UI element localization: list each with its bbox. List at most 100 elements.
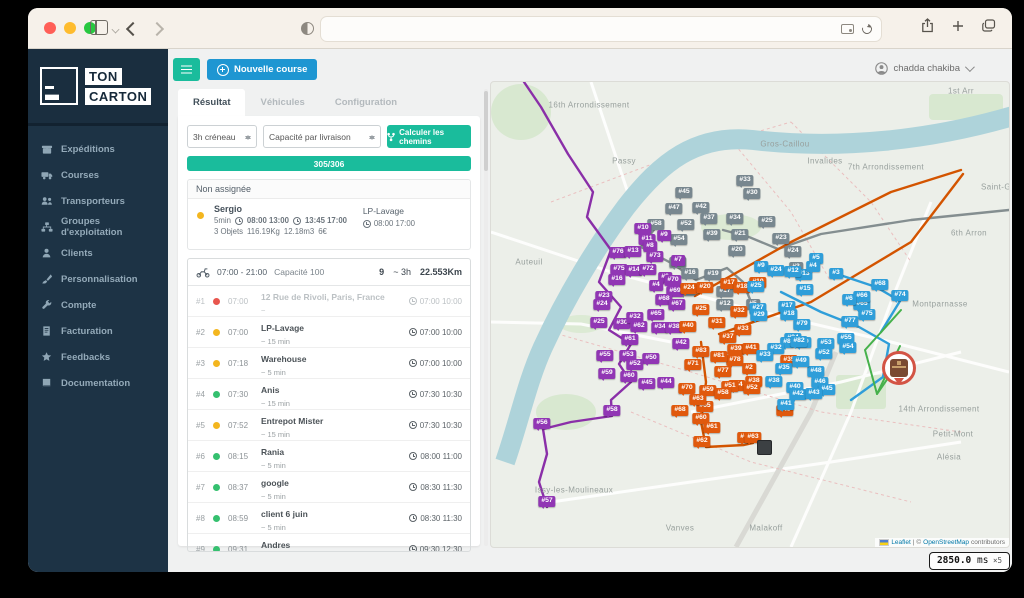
map-marker[interactable]: #58	[603, 405, 620, 416]
map-marker[interactable]: #25	[747, 281, 764, 292]
map-marker[interactable]: #78	[726, 355, 743, 366]
map-marker[interactable]: #71	[684, 359, 701, 370]
map-marker[interactable]: #70	[678, 383, 695, 394]
map-marker[interactable]: #31	[708, 317, 725, 328]
calculate-routes-button[interactable]: Calculer les chemins	[387, 125, 471, 148]
map-marker[interactable]: #68	[671, 405, 688, 416]
stop-row[interactable]: #507:52Entrepot Mister~ 15 min07:30 10:3…	[188, 410, 470, 441]
collapse-sidebar-button[interactable]	[173, 58, 200, 81]
map-marker[interactable]: #83	[692, 346, 709, 357]
map-marker[interactable]: #67	[668, 299, 685, 310]
map-marker[interactable]: #57	[538, 496, 555, 507]
map-marker[interactable]: #20	[696, 282, 713, 293]
map-marker[interactable]: #61	[621, 334, 638, 345]
map-marker[interactable]: #33	[734, 324, 751, 335]
sidebar-item-transporteurs[interactable]: Transporteurs	[28, 188, 168, 214]
map-marker[interactable]: #13	[624, 246, 641, 257]
map-marker[interactable]: #42	[692, 202, 709, 213]
sidebar-item-feedbacks[interactable]: Feedbacks	[28, 344, 168, 370]
map-marker[interactable]: #29	[750, 310, 767, 321]
map-marker[interactable]: #9	[657, 230, 671, 241]
map-marker[interactable]: #24	[784, 246, 801, 257]
sidebar-item-groupes-d-exploitation[interactable]: Groupes d'exploitation	[28, 214, 168, 240]
map-marker[interactable]: #9	[754, 261, 768, 272]
map-marker[interactable]: #47	[665, 203, 682, 214]
sidebar-item-facturation[interactable]: Facturation	[28, 318, 168, 344]
map-marker[interactable]: #20	[728, 245, 745, 256]
unassigned-card[interactable]: Sergio 5min 08:00 13:00 13:45 17:00 3 Ob…	[188, 199, 470, 249]
map-marker[interactable]: #10	[634, 223, 651, 234]
page-shield-icon[interactable]	[301, 22, 314, 35]
map[interactable]: 16th ArrondissementPassyGros-CaillouInva…	[490, 81, 1010, 548]
osm-link[interactable]: OpenStreetMap	[923, 539, 969, 546]
map-marker[interactable]: #40	[679, 321, 696, 332]
app-logo[interactable]: TON CARTON	[28, 49, 168, 126]
map-marker[interactable]: #15	[796, 284, 813, 295]
map-marker[interactable]: #61	[703, 422, 720, 433]
sidebar-item-documentation[interactable]: Documentation	[28, 370, 168, 396]
panel-scrollbar[interactable]	[484, 89, 488, 546]
map-marker[interactable]: #70	[664, 275, 681, 286]
map-marker[interactable]: #56	[533, 418, 550, 429]
map-marker[interactable]: #25	[692, 304, 709, 315]
stop-row[interactable]: #909:31Andres~ 5 min09:30 12:30	[188, 534, 470, 552]
url-bar[interactable]	[320, 16, 882, 42]
sidebar-item-compte[interactable]: Compte	[28, 292, 168, 318]
map-marker[interactable]: #23	[772, 233, 789, 244]
map-marker[interactable]: #21	[731, 229, 748, 240]
new-course-button[interactable]: Nouvelle course	[207, 59, 317, 80]
map-marker[interactable]: #12	[784, 266, 801, 277]
map-marker[interactable]: #7	[671, 255, 685, 266]
map-marker[interactable]: #25	[590, 317, 607, 328]
map-marker[interactable]: #48	[807, 366, 824, 377]
map-marker[interactable]: #33	[736, 175, 753, 186]
map-marker[interactable]: #49	[792, 356, 809, 367]
map-marker[interactable]: #24	[680, 283, 697, 294]
map-marker[interactable]: #34	[726, 213, 743, 224]
map-marker[interactable]: #2	[742, 363, 756, 374]
map-marker[interactable]: #52	[815, 348, 832, 359]
map-marker[interactable]: #39	[703, 229, 720, 240]
map-marker[interactable]: #58	[714, 388, 731, 399]
tab-configuration[interactable]: Configuration	[320, 89, 412, 116]
sidebar-item-expeditions[interactable]: Expéditions	[28, 136, 168, 162]
tab-overview-icon[interactable]	[982, 19, 996, 32]
map-marker[interactable]: #66	[853, 291, 870, 302]
map-marker[interactable]: #62	[693, 436, 710, 447]
map-marker[interactable]: #42	[672, 338, 689, 349]
slot-select[interactable]: 3h créneau	[187, 125, 257, 148]
map-marker[interactable]: #25	[758, 216, 775, 227]
map-marker[interactable]: #4	[806, 261, 820, 272]
stop-row[interactable]: #407:30Anis~ 15 min07:30 10:30	[188, 379, 470, 410]
user-menu[interactable]: chadda chakiba	[875, 62, 972, 75]
map-marker[interactable]: #73	[646, 251, 663, 262]
sidebar-item-courses[interactable]: Courses	[28, 162, 168, 188]
map-marker[interactable]: #60	[620, 371, 637, 382]
sidebar-chevron-icon[interactable]	[112, 26, 120, 34]
map-marker[interactable]: #52	[743, 383, 760, 394]
map-marker[interactable]: #19	[704, 269, 721, 280]
site-permissions-icon[interactable]	[841, 24, 854, 34]
stop-row[interactable]: #808:59client 6 juin~ 5 min08:30 11:30	[188, 503, 470, 534]
close-window-button[interactable]	[44, 22, 56, 34]
map-marker[interactable]: #37	[719, 332, 736, 343]
map-marker[interactable]: #77	[714, 366, 731, 377]
map-marker[interactable]: #6	[842, 294, 856, 305]
map-marker[interactable]: #4	[649, 280, 663, 291]
map-marker[interactable]: #38	[765, 376, 782, 387]
map-marker[interactable]: #44	[657, 377, 674, 388]
map-marker[interactable]: #63	[689, 394, 706, 405]
map-marker[interactable]: #24	[767, 265, 784, 276]
map-marker[interactable]: #32	[730, 306, 747, 317]
sidebar-toggle-icon[interactable]	[90, 20, 108, 35]
map-marker[interactable]: #82	[790, 336, 807, 347]
map-marker[interactable]: #59	[598, 368, 615, 379]
map-marker[interactable]: #16	[608, 274, 625, 285]
map-marker[interactable]: #68	[871, 279, 888, 290]
map-marker[interactable]: #75	[858, 309, 875, 320]
depot-square-icon[interactable]	[757, 440, 772, 455]
minimize-window-button[interactable]	[64, 22, 76, 34]
sidebar-item-personnalisation[interactable]: Personnalisation	[28, 266, 168, 292]
new-tab-icon[interactable]	[952, 20, 964, 32]
map-marker[interactable]: #35	[775, 363, 792, 374]
